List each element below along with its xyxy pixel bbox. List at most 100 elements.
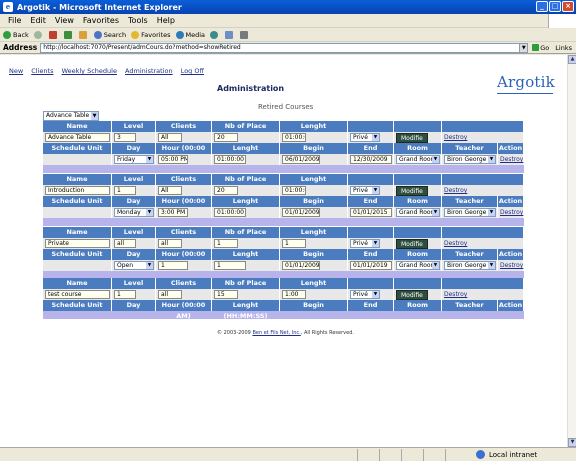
course-level-input[interactable]: 1: [114, 290, 136, 299]
go-button[interactable]: Go: [532, 44, 549, 52]
course-type-select[interactable]: Privé ▼: [350, 239, 380, 248]
unit-teacher-select[interactable]: Biron George ▼: [444, 208, 496, 217]
unit-length-input[interactable]: 01:00:00: [214, 208, 246, 217]
menu-edit[interactable]: Edit: [30, 16, 46, 25]
unit-end-input[interactable]: 12/30/2009: [350, 155, 392, 164]
unit-day-select[interactable]: Friday ▼: [114, 155, 154, 164]
destroy-unit-link[interactable]: Destroy: [500, 262, 523, 269]
course-type-select[interactable]: Privé ▼: [350, 290, 380, 299]
unit-begin-input[interactable]: 01/01/2009: [282, 261, 320, 270]
modify-button[interactable]: Modifie: [396, 185, 428, 196]
course-header-row: Name Level Clients Nb of Place Lenght (H…: [43, 121, 524, 141]
course-length-input[interactable]: 1: [282, 239, 306, 248]
unit-hour-input[interactable]: 05:00 PM: [158, 155, 188, 164]
unit-teacher-select[interactable]: Biron George ▼: [444, 155, 496, 164]
course-header-row: Name Level Clients Nb of Place Lenght (H…: [43, 278, 524, 298]
argotik-logo: Argotik: [497, 73, 555, 91]
course-clients-input[interactable]: all: [158, 239, 182, 248]
modify-button[interactable]: Modifie: [396, 289, 428, 300]
modify-button[interactable]: Modifie: [396, 238, 428, 249]
course-name-input[interactable]: Advance Table: [45, 133, 110, 142]
destroy-course-link[interactable]: Destroy: [444, 134, 467, 141]
header-blank: [442, 174, 524, 185]
chevron-down-icon: ▼: [432, 262, 439, 269]
menu-favorites[interactable]: Favorites: [83, 16, 119, 25]
course-name-input[interactable]: test course: [45, 290, 110, 299]
company-link[interactable]: Ben et Fils Net, Inc.: [252, 330, 300, 336]
unit-teacher-select[interactable]: Biron George ▼: [444, 261, 496, 270]
media-button[interactable]: Media: [175, 30, 205, 39]
menu-help[interactable]: Help: [157, 16, 175, 25]
maximize-button[interactable]: □: [549, 1, 561, 12]
minimize-button[interactable]: _: [536, 1, 548, 12]
menu-view[interactable]: View: [55, 16, 74, 25]
course-length-input[interactable]: 01:00:00: [282, 186, 306, 195]
unit-begin-input[interactable]: 06/01/2009: [282, 155, 320, 164]
destroy-unit-link[interactable]: Destroy: [500, 209, 523, 216]
unit-end-input[interactable]: 01/01/2015: [350, 208, 392, 217]
back-button[interactable]: Back: [3, 30, 29, 39]
course-level-input[interactable]: all: [114, 239, 136, 248]
mail-button[interactable]: [225, 30, 235, 39]
header-end: End: [348, 143, 394, 154]
refresh-icon: [63, 30, 72, 39]
scroll-down-icon[interactable]: ▼: [568, 438, 576, 447]
course-places-input[interactable]: 15: [214, 290, 238, 299]
stop-button[interactable]: [48, 30, 59, 39]
destroy-unit-link[interactable]: Destroy: [500, 156, 523, 163]
course-level-input[interactable]: 3: [114, 133, 136, 142]
unit-length-input[interactable]: 1: [214, 261, 246, 270]
course-length-input[interactable]: 1:00: [282, 290, 306, 299]
course-name-input[interactable]: Introduction: [45, 186, 110, 195]
course-name-input[interactable]: Private: [45, 239, 110, 248]
course-places-input[interactable]: 20: [214, 186, 238, 195]
unit-room-select[interactable]: Grand Room ▼: [396, 208, 440, 217]
course-places-input[interactable]: 20: [214, 133, 238, 142]
unit-hour-input[interactable]: 3:00 PM: [158, 208, 188, 217]
print-button[interactable]: [240, 30, 250, 39]
status-bar: Local intranet: [0, 447, 576, 461]
address-dropdown-icon[interactable]: ▼: [519, 43, 528, 52]
course-clients-input[interactable]: all: [158, 290, 182, 299]
unit-hour-input[interactable]: 1: [158, 261, 188, 270]
course-type-select[interactable]: Privé ▼: [350, 133, 380, 142]
nav-administration[interactable]: Administration: [125, 67, 173, 75]
chevron-down-icon: ▼: [146, 209, 153, 216]
address-input[interactable]: http://localhost:7070/Present/admCours.d…: [40, 42, 529, 53]
unit-begin-input[interactable]: 01/01/2009: [282, 208, 320, 217]
nav-weekly-schedule[interactable]: Weekly Schedule: [62, 67, 117, 75]
course-clients-input[interactable]: All: [158, 186, 182, 195]
favorites-button[interactable]: Favorites: [131, 30, 171, 39]
scroll-up-icon[interactable]: ▲: [568, 55, 576, 64]
course-level-input[interactable]: 1: [114, 186, 136, 195]
links-toolbar[interactable]: Links: [555, 44, 572, 52]
history-button[interactable]: [210, 30, 220, 39]
search-button[interactable]: Search: [93, 30, 126, 39]
unit-day-select[interactable]: Open ▼: [114, 261, 154, 270]
nav-log-off[interactable]: Log Off: [181, 67, 204, 75]
course-length-input[interactable]: 01:00:00: [282, 133, 306, 142]
home-button[interactable]: [78, 30, 89, 39]
course-places-input[interactable]: 1: [214, 239, 238, 248]
unit-length-input[interactable]: 01:00:00: [214, 155, 246, 164]
modify-button[interactable]: Modifie: [396, 132, 428, 143]
menu-file[interactable]: File: [8, 16, 21, 25]
nav-new[interactable]: New: [9, 67, 23, 75]
close-button[interactable]: ×: [562, 1, 574, 12]
nav-clients[interactable]: Clients: [31, 67, 53, 75]
chevron-down-icon: ▼: [488, 209, 495, 216]
course-type-select[interactable]: Privé ▼: [350, 186, 380, 195]
refresh-button[interactable]: [63, 30, 74, 39]
course-clients-input[interactable]: All: [158, 133, 182, 142]
destroy-course-link[interactable]: Destroy: [444, 187, 467, 194]
unit-day-select[interactable]: Monday ▼: [114, 208, 154, 217]
forward-button[interactable]: [33, 30, 44, 39]
unit-room-select[interactable]: Grand Room ▼: [396, 155, 440, 164]
unit-end-input[interactable]: 01/01/2019: [350, 261, 392, 270]
course-type-select[interactable]: Advance Table ▼: [43, 111, 99, 121]
vertical-scrollbar[interactable]: ▲ ▼: [567, 55, 576, 447]
unit-room-select[interactable]: Grand Room ▼: [396, 261, 440, 270]
menu-tools[interactable]: Tools: [128, 16, 148, 25]
destroy-course-link[interactable]: Destroy: [444, 240, 467, 247]
destroy-course-link[interactable]: Destroy: [444, 291, 467, 298]
